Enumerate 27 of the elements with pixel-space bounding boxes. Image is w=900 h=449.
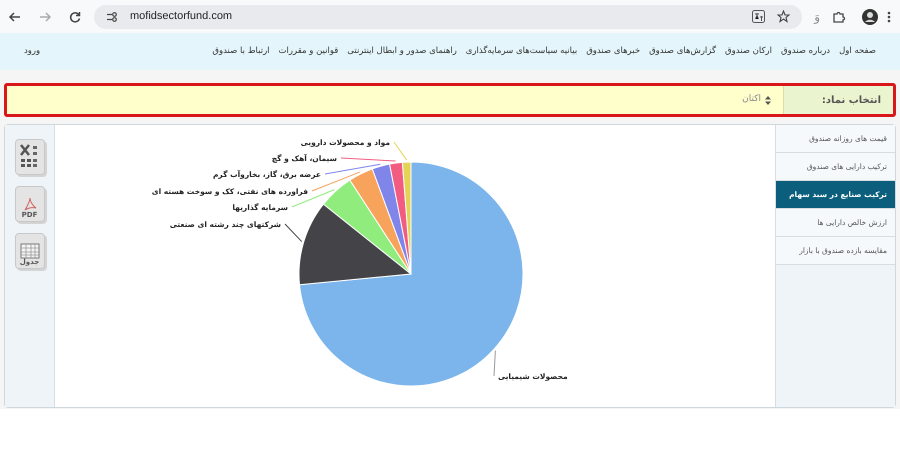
selector-label: انتخاب نماد: bbox=[783, 86, 893, 114]
star-icon[interactable] bbox=[777, 10, 790, 23]
grid-icon bbox=[20, 243, 40, 259]
nav-link[interactable]: ارتباط با صندوق bbox=[212, 45, 270, 58]
nav-link[interactable]: درباره صندوق bbox=[781, 45, 830, 58]
url-text: mofidsectorfund.com bbox=[130, 9, 232, 24]
acrobat-icon bbox=[22, 196, 38, 212]
nav-link[interactable]: راهنمای صدور و ابطال اینترنتی bbox=[347, 45, 457, 58]
back-icon[interactable] bbox=[8, 10, 22, 24]
leader-line bbox=[284, 224, 302, 242]
site-settings-icon[interactable] bbox=[106, 10, 118, 22]
sort-icon bbox=[765, 96, 771, 104]
leader-line bbox=[494, 350, 496, 376]
excel-export-button[interactable] bbox=[14, 139, 44, 175]
nav-link[interactable]: خبرهای صندوق bbox=[586, 45, 640, 58]
address-bar[interactable]: mofidsectorfund.com bbox=[94, 4, 802, 28]
login-link[interactable]: ورود bbox=[24, 45, 40, 58]
puzzle-icon[interactable] bbox=[832, 10, 846, 24]
profile-avatar[interactable] bbox=[862, 8, 878, 24]
reload-icon[interactable] bbox=[68, 10, 82, 24]
nav-link[interactable]: گزارش‌های صندوق bbox=[649, 45, 716, 58]
translate-icon[interactable] bbox=[752, 10, 766, 23]
nav-link[interactable]: قوانین و مقررات bbox=[278, 45, 338, 58]
nav-link[interactable]: بیانیه سیاست‌های سرمایه‌گذاری bbox=[466, 45, 578, 58]
nav-link[interactable]: ارکان صندوق bbox=[725, 45, 772, 58]
menu-icon[interactable] bbox=[886, 10, 892, 24]
nav-link[interactable]: صفحه اول bbox=[839, 45, 876, 58]
